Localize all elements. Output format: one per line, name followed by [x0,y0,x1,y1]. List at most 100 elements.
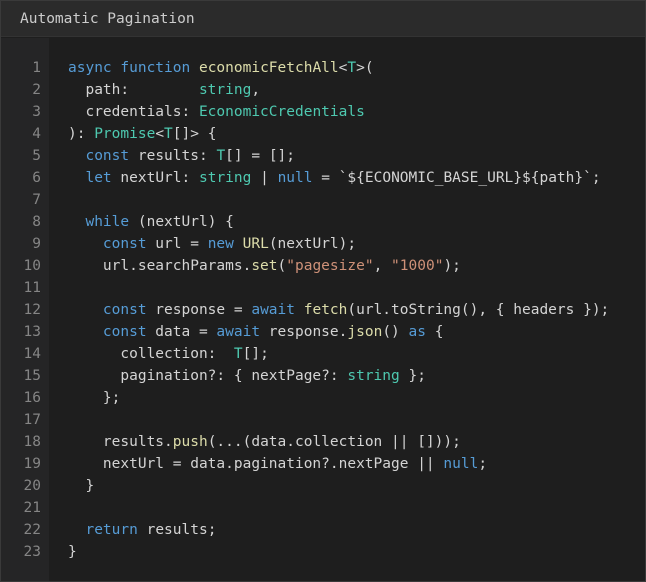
line-number: 9 [32,236,41,252]
code-token: await [251,302,295,318]
code-line: nextUrl = data.pagination?.nextPage || n… [68,453,645,475]
code-token: } [68,478,95,494]
code-token: const [102,324,147,340]
code-token: string [198,170,252,186]
code-line: pagination?: { nextPage?: string }; [68,365,645,387]
line-number: 18 [23,434,41,450]
code-token: () [382,324,409,340]
code-token: T [347,60,357,76]
code-token: []> { [172,126,217,142]
code-token: "pagesize" [286,258,374,274]
code-token: response. [260,324,348,340]
code-token: (nextUrl); [268,236,357,252]
code-token: credentials: [68,104,199,120]
code-token: economicFetchAll [198,60,339,76]
code-token: nextUrl: [111,170,199,186]
code-token: (...(data.collection || [])); [207,434,461,450]
code-token: = `${ECONOMIC_BASE_URL}${path}`; [312,170,601,186]
code-token: []; [242,346,269,362]
code-line: } [68,475,645,497]
code-token: "1000" [391,258,444,274]
code-token: fetch [303,302,348,318]
code-token: }; [68,390,121,406]
code-token: path: [68,82,199,98]
window-title: Automatic Pagination [20,10,195,27]
code-token: Promise [94,126,156,142]
code-token: null [277,170,313,186]
line-number: 5 [32,148,41,164]
line-number: 6 [32,170,41,186]
code-token: set [251,258,278,274]
line-number: 7 [32,192,41,208]
code-line: results.push(...(data.collection || []))… [68,431,645,453]
code-line: collection: T[]; [68,343,645,365]
code-line: while (nextUrl) { [68,211,645,233]
code-token: URL [242,236,269,252]
line-number: 23 [23,544,41,560]
code-line: }; [68,387,645,409]
line-number: 1 [32,60,41,76]
line-number: 17 [23,412,41,428]
code-token: response = [146,302,252,318]
code-token: results; [137,522,217,538]
line-number: 19 [23,456,41,472]
code-token: null [443,456,479,472]
code-token: url.searchParams. [68,258,252,274]
code-token: let [85,170,112,186]
code-token: < [155,126,165,142]
code-token: , [373,258,392,274]
code-line: let nextUrl: string | null = `${ECONOMIC… [68,167,645,189]
code-line: const url = new URL(nextUrl); [68,233,645,255]
code-editor: 1 2 3 4 5 6 7 8 9 10 11 12 13 14 15 16 17 18 19 20 21 22 23 as… [1,38,645,581]
code-token: { [425,324,444,340]
code-token: string [347,368,400,384]
code-token: ); [443,258,461,274]
code-token: | [251,170,278,186]
line-number: 20 [23,478,41,494]
code-token: new [207,236,234,252]
code-token: nextUrl = data.pagination?.nextPage || [68,456,444,472]
code-token: results. [68,434,173,450]
line-number: 16 [23,390,41,406]
code-token: T [164,126,173,142]
code-token: [] = []; [225,148,296,164]
code-token: EconomicCredentials [198,104,365,120]
code-line: const response = await fetch(url.toStrin… [68,299,645,321]
code-token: async [68,60,112,76]
code-token: const [102,302,147,318]
line-number: 11 [23,280,41,296]
line-number: 3 [32,104,41,120]
line-number: 14 [23,346,41,362]
line-number: 13 [23,324,41,340]
code-token: (url.toString(), { headers }); [347,302,610,318]
code-token: push [172,434,208,450]
line-number: 12 [23,302,41,318]
line-number-gutter: 1 2 3 4 5 6 7 8 9 10 11 12 13 14 15 16 17 18 19 20 21 22 23 [1,38,49,581]
code-token: json [347,324,383,340]
code-line: url.searchParams.set("pagesize", "1000")… [68,255,645,277]
code-token: string [198,82,252,98]
code-token: while [85,214,130,230]
code-line: const results: T[] = []; [68,145,645,167]
code-token: const [102,236,147,252]
code-line: credentials: EconomicCredentials [68,101,645,123]
code-area[interactable]: async function economicFetchAll<T>( path… [49,38,645,581]
code-token: >( [356,60,374,76]
code-token: as [408,324,426,340]
code-line: } [68,541,645,563]
code-token: ( [277,258,287,274]
line-number: 22 [23,522,41,538]
code-line: ): Promise<T[]> { [68,123,645,145]
line-number: 15 [23,368,41,384]
